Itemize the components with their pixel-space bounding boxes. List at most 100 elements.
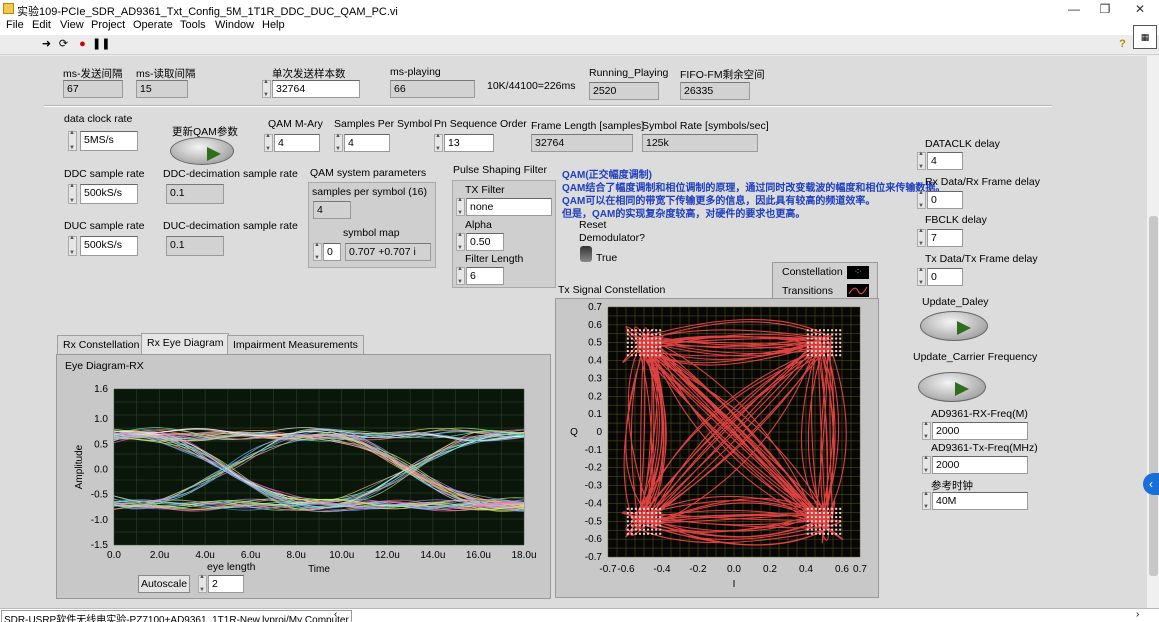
data-clock-rate-spinner[interactable] <box>68 131 77 151</box>
rx-freq-input[interactable]: 2000 <box>932 422 1028 440</box>
menu-project[interactable]: Project <box>91 19 125 31</box>
eye-ylabel: Amplitude <box>74 444 85 489</box>
restore-button[interactable]: ❐ <box>1088 0 1122 18</box>
ddc-sample-rate-spinner[interactable] <box>68 184 77 204</box>
eye-length-input[interactable]: 2 <box>208 575 244 593</box>
front-panel: ms-发送间隔 67 ms-读取间隔 15 单次发送样本数 32764 ms-p… <box>0 56 1146 608</box>
fbclk-delay-input[interactable]: 7 <box>927 229 963 247</box>
qam-m-ary-label: QAM M-Ary <box>268 118 323 130</box>
update-delay-button[interactable] <box>920 311 988 341</box>
data-clock-rate-label: data clock rate <box>64 113 132 125</box>
filter-length-spinner[interactable] <box>456 267 465 285</box>
menu-help[interactable]: Help <box>262 19 285 31</box>
ddc-decimation-indicator: 0.1 <box>166 184 224 204</box>
tx-filter-select[interactable]: none <box>466 198 552 216</box>
menu-tools[interactable]: Tools <box>180 19 206 31</box>
menu-window[interactable]: Window <box>215 19 254 31</box>
rx-freq-spinner[interactable] <box>922 422 931 440</box>
tx-freq-input[interactable]: 2000 <box>932 456 1028 474</box>
ref-clock-label: 参考时钟 <box>931 478 973 493</box>
close-button[interactable]: ✕ <box>1123 0 1157 18</box>
scroll-thumb[interactable] <box>1149 216 1158 576</box>
ref-clock-spinner[interactable] <box>922 492 931 510</box>
update-qam-button[interactable] <box>170 137 234 165</box>
legend-constellation-swatch: ·:· <box>847 266 869 279</box>
menu-operate[interactable]: Operate <box>133 19 173 31</box>
eye-ytick-label: -0.5 <box>91 490 109 501</box>
alpha-spinner[interactable] <box>456 233 465 251</box>
ddc-sample-rate-input[interactable]: 500kS/s <box>80 184 138 204</box>
rx-frame-delay-input[interactable]: 0 <box>927 191 963 209</box>
tx-constellation-title: Tx Signal Constellation <box>558 284 665 296</box>
fbclk-delay-spinner[interactable] <box>917 229 926 247</box>
tab-rx-eye-diagram[interactable]: Rx Eye Diagram <box>141 333 229 355</box>
tx-xtick-label: 0.0 <box>727 564 741 575</box>
update-carrier-button[interactable] <box>918 372 986 402</box>
samples-per-send-spinner[interactable] <box>262 80 271 98</box>
dataclk-delay-input[interactable]: 4 <box>927 152 963 170</box>
pn-sequence-order-input[interactable]: 13 <box>444 134 494 152</box>
ref-clock-input[interactable]: 40M <box>932 492 1028 510</box>
duc-decimation-label: DUC-decimation sample rate <box>163 220 298 232</box>
eye-diagram-title: Eye Diagram-RX <box>65 360 144 372</box>
fbclk-delay-label: FBCLK delay <box>925 214 987 226</box>
samples-per-symbol-spinner[interactable] <box>334 134 343 152</box>
tx-ytick-label: 0 <box>596 427 602 438</box>
legend-transitions-label: Transitions <box>782 285 833 297</box>
tx-ytick-label: -0.4 <box>585 498 603 509</box>
qam-m-ary-spinner[interactable] <box>264 134 273 152</box>
data-clock-rate-input[interactable]: 5MS/s <box>80 131 138 151</box>
tx-filter-spinner[interactable] <box>456 198 465 216</box>
minimize-button[interactable]: — <box>1057 0 1091 18</box>
symbol-map-index-spinner[interactable] <box>313 243 322 261</box>
menu-edit[interactable]: Edit <box>32 19 51 31</box>
tx-ytick-label: -0.5 <box>585 516 603 527</box>
vertical-scrollbar[interactable] <box>1146 56 1159 608</box>
legend-constellation-label: Constellation <box>782 266 843 278</box>
alpha-label: Alpha <box>465 219 492 231</box>
duc-sample-rate-input[interactable]: 500kS/s <box>80 236 138 256</box>
eye-xtick-label: 12.0u <box>375 550 400 561</box>
autoscale-button[interactable]: Autoscale <box>138 575 190 593</box>
menu-view[interactable]: View <box>60 19 84 31</box>
tx-filter-label: TX Filter <box>465 184 505 196</box>
qam-m-ary-input[interactable]: 4 <box>274 134 320 152</box>
eye-length-spinner[interactable] <box>198 575 207 593</box>
tab-rx-constellation[interactable]: Rx Constellation <box>57 335 145 355</box>
dataclk-delay-spinner[interactable] <box>917 152 926 170</box>
pulse-shaping-cluster: TX Filter none Alpha 0.50 Filter Length … <box>452 180 556 288</box>
eye-xtick-label: 18.0u <box>511 550 536 561</box>
samples-per-symbol-label: Samples Per Symbol <box>334 118 432 130</box>
eye-diagram-graph[interactable]: 1.61.00.50.0-0.5-1.0-1.50.0 2.0u 4.0u 6.0u 8… <box>59 375 547 597</box>
scroll-left-icon[interactable]: ‹ <box>334 609 337 620</box>
tx-constellation-graph[interactable]: 0.7 0.6 0.5 0.4 0.3 0.2 0.1 0 -0.1 -0.2 -0.3 -0.4 -0… <box>556 299 878 597</box>
read-interval-indicator: 15 <box>136 80 188 98</box>
samples-per-send-label: 单次发送样本数 <box>272 66 346 81</box>
run-continuously-icon[interactable]: ⟳ <box>57 38 70 51</box>
scroll-right-icon[interactable]: › <box>1136 609 1139 620</box>
tab-impairment-measurements[interactable]: Impairment Measurements <box>227 335 364 355</box>
side-expand-icon[interactable]: ‹ <box>1143 473 1159 495</box>
symbol-map-index-input[interactable]: 0 <box>323 243 341 261</box>
samples-per-send-input[interactable]: 32764 <box>272 80 360 98</box>
tx-xtick-label: 0.4 <box>799 564 813 575</box>
reset-demod-toggle[interactable] <box>580 246 592 262</box>
duc-sample-rate-spinner[interactable] <box>68 236 77 256</box>
abort-icon[interactable]: ● <box>76 38 89 51</box>
tab-body: Eye Diagram-RX 1.6 1.0 0.5 0.0 -0.5 -1.0 -1.5 0… <box>56 354 551 599</box>
frame-length-label: Frame Length [samples] <box>531 120 644 132</box>
pn-sequence-order-label: Pn Sequence Order <box>434 118 527 130</box>
menu-file[interactable]: File <box>6 19 24 31</box>
pn-sequence-order-spinner[interactable] <box>434 134 443 152</box>
tx-frame-delay-input[interactable]: 0 <box>927 268 963 286</box>
pause-icon[interactable]: ❚❚ <box>92 38 105 51</box>
sps16-indicator: 4 <box>313 201 351 219</box>
tx-frame-delay-spinner[interactable] <box>917 268 926 286</box>
filter-length-input[interactable]: 6 <box>466 267 504 285</box>
run-arrow-icon[interactable]: ➜ <box>40 38 53 51</box>
alpha-input[interactable]: 0.50 <box>466 233 504 251</box>
tx-freq-spinner[interactable] <box>922 456 931 474</box>
samples-per-symbol-input[interactable]: 4 <box>344 134 390 152</box>
help-icon[interactable]: ? <box>1116 38 1129 51</box>
rx-frame-delay-spinner[interactable] <box>917 191 926 209</box>
